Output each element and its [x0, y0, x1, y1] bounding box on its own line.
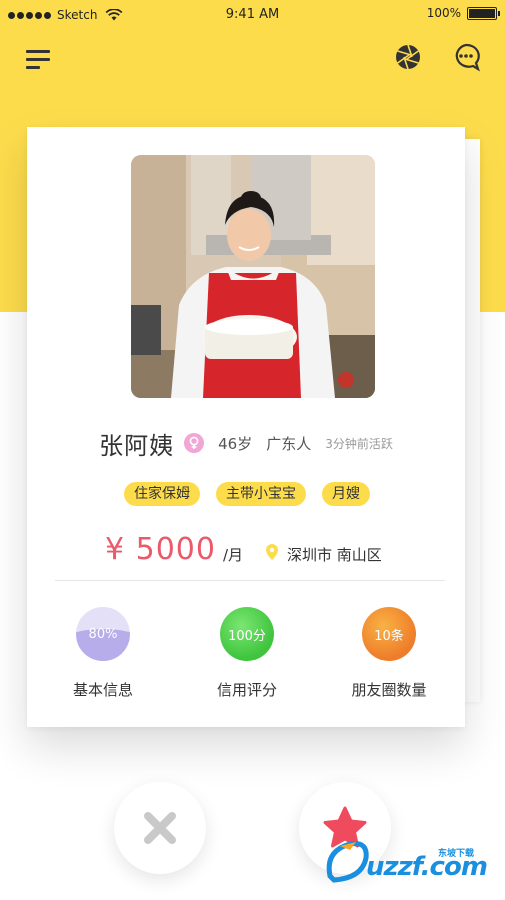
profile-card[interactable]: 张阿姨 46岁 广东人 3分钟前活跃 住家保姆 主带小宝宝 月嫂 ¥ 5000 … [27, 127, 465, 727]
profile-hometown: 广东人 [266, 434, 312, 453]
moments-count-label: 朋友圈数量 [351, 681, 427, 699]
divider [55, 580, 445, 581]
moments-count-value: 10条 [374, 628, 404, 644]
last-active: 3分钟前活跃 [325, 436, 393, 451]
salary-price: ¥ 5000 [105, 532, 216, 567]
profile-age: 46岁 [218, 434, 253, 453]
watermark-swoosh-icon [326, 841, 369, 883]
tag-baby-care: 主带小宝宝 [216, 482, 306, 506]
message-button[interactable] [451, 42, 481, 72]
profile-name: 张阿姨 [99, 431, 175, 460]
credit-score-label: 信用评分 [216, 681, 277, 699]
stat-credit-score[interactable]: 100分 信用评分 [187, 607, 307, 700]
stat-basic-info[interactable]: 80% 基本信息 [43, 607, 163, 700]
profile-photo-image [131, 155, 375, 398]
price-unit: /月 [223, 546, 244, 564]
aperture-button[interactable] [393, 42, 423, 72]
watermark-sub: 东坡下载 [438, 849, 475, 859]
credit-score-circle: 100分 [220, 607, 274, 661]
close-icon [144, 812, 176, 844]
moments-count-circle: 10条 [362, 607, 416, 661]
stat-moments-count[interactable]: 10条 朋友圈数量 [329, 607, 449, 700]
aperture-icon [396, 44, 420, 70]
status-bar: Sketch 9:41 AM 100% [0, 0, 505, 30]
credit-score-value: 100分 [228, 628, 266, 644]
service-tags: 住家保姆 主带小宝宝 月嫂 [27, 482, 465, 506]
basic-info-value: 80% [88, 626, 118, 642]
basic-info-label: 基本信息 [72, 681, 133, 699]
status-right: 100% [426, 6, 500, 20]
location-text: 深圳市 南山区 [287, 546, 382, 564]
tag-live-in-nanny: 住家保姆 [124, 482, 200, 506]
name-row: 张阿姨 46岁 广东人 3分钟前活跃 [27, 427, 465, 460]
price-row: ¥ 5000 /月 深圳市 南山区 [27, 532, 465, 572]
menu-button[interactable] [26, 48, 52, 72]
chat-bubble-icon [455, 43, 480, 72]
dislike-button[interactable] [114, 782, 206, 874]
tag-confinement-nanny: 月嫂 [322, 482, 370, 506]
battery-percent: 100% [426, 6, 461, 20]
basic-info-progress: 80% [76, 607, 130, 661]
female-gender-icon [184, 433, 205, 453]
battery-icon [467, 6, 500, 20]
menu-icon [26, 50, 50, 53]
profile-photo [131, 155, 375, 398]
stats-row: 80% 基本信息 100分 信用评分 10条 朋友圈数量 [27, 607, 465, 707]
watermark-logo: uzzf.com 东坡下载 [320, 836, 500, 886]
location-pin-icon [266, 544, 278, 560]
